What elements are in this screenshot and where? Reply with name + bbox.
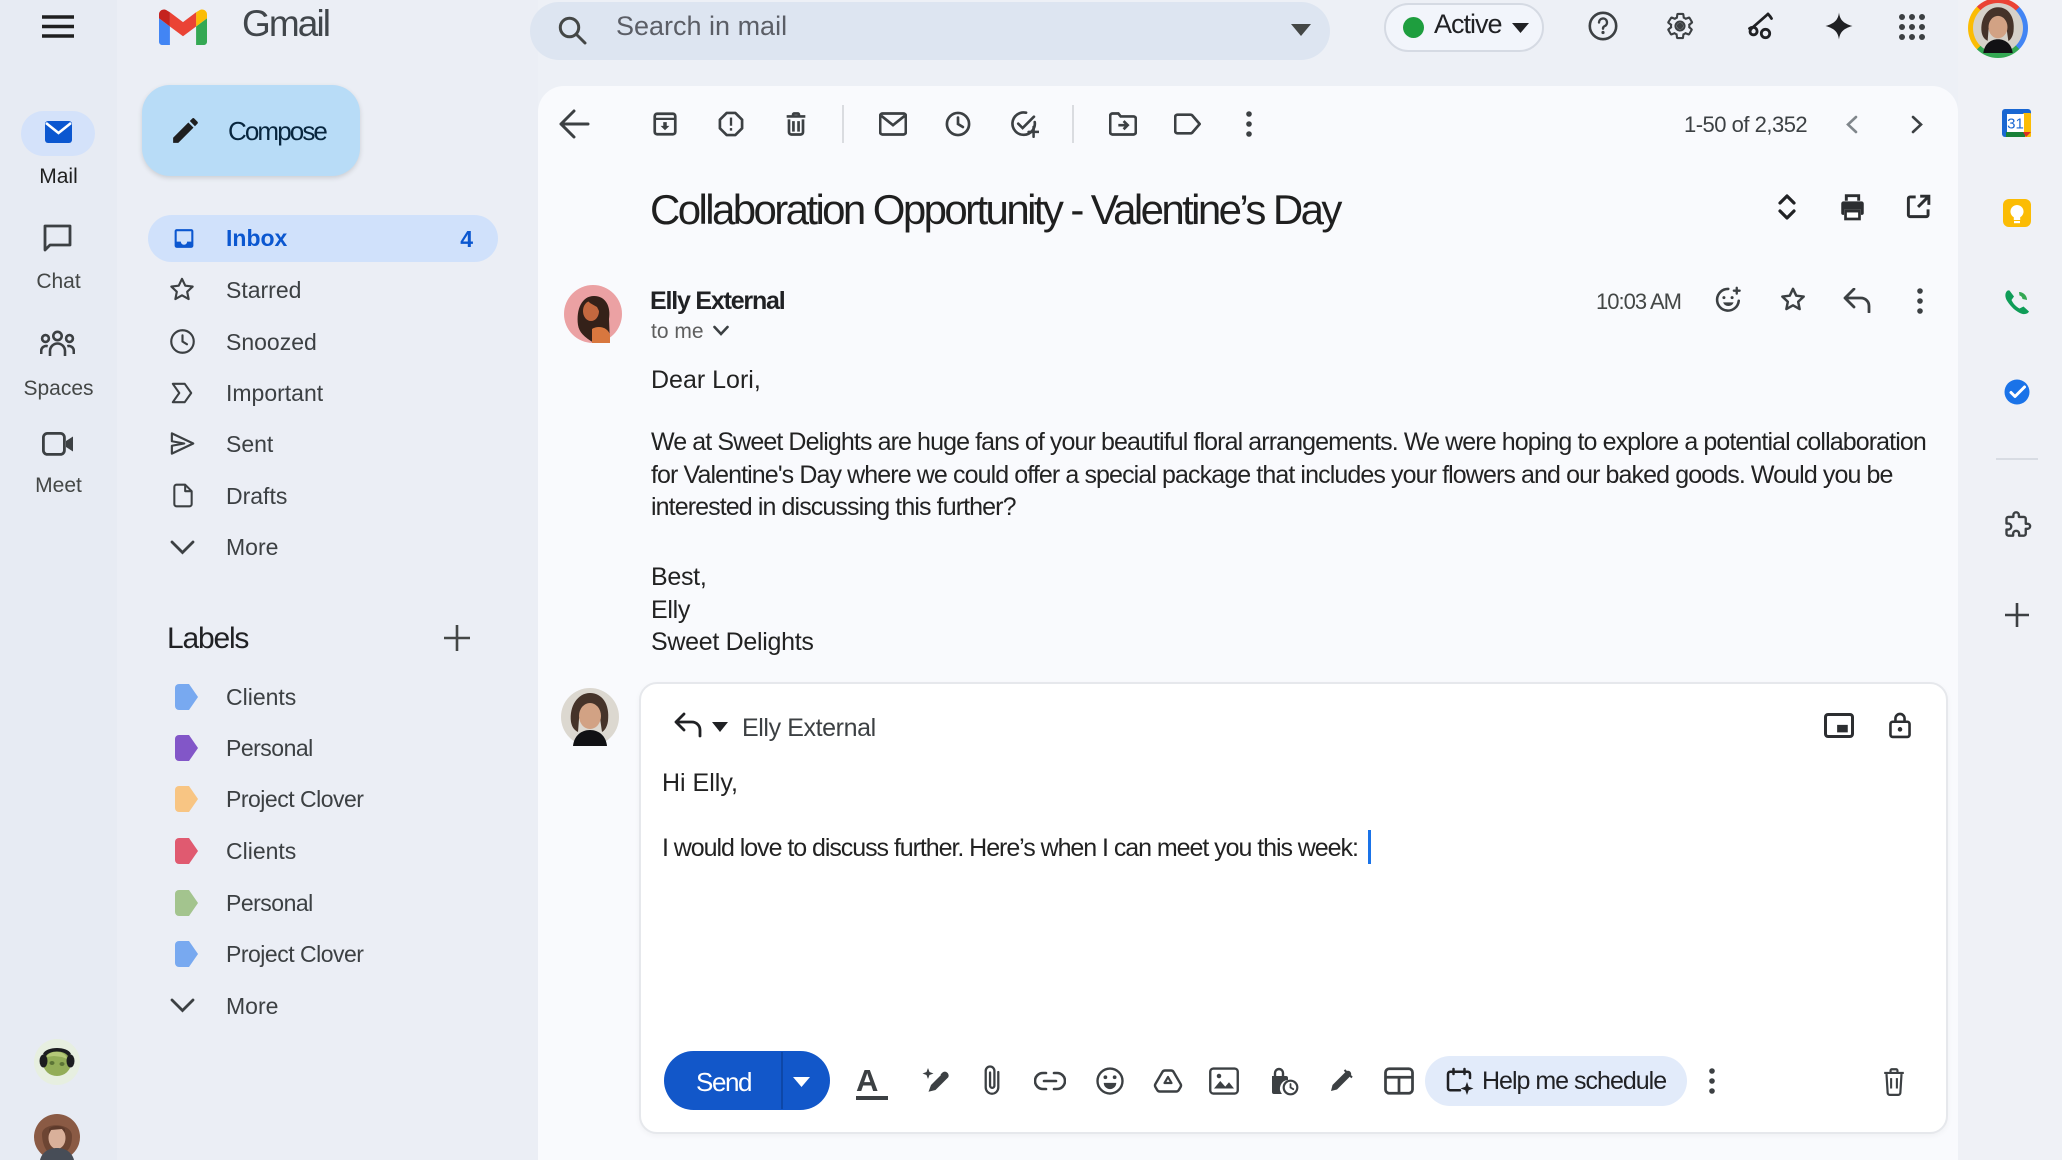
svg-text:31: 31: [2007, 116, 2024, 133]
